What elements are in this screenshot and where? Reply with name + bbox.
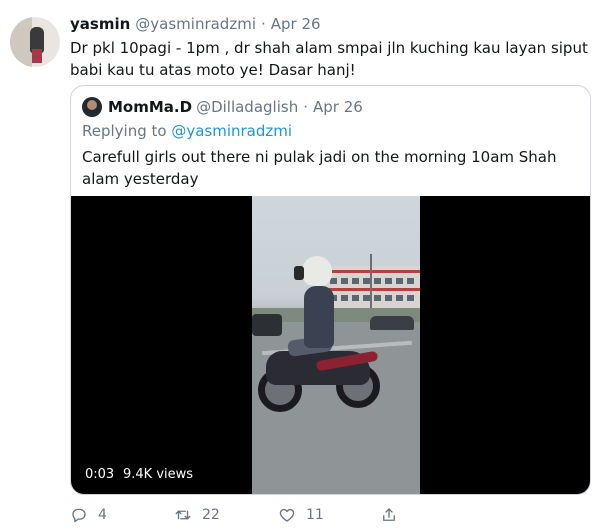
background-car <box>370 316 414 330</box>
tweet-header: yasmin @yasminradzmi · Apr 26 <box>70 13 321 35</box>
replying-to-label: Replying to <box>82 122 172 140</box>
retweet-count: 22 <box>202 507 220 523</box>
helmet-visor <box>294 266 304 280</box>
share-icon <box>383 508 395 521</box>
quoted-tweet[interactable]: MomMa.D @Dilladaglish · Apr 26 Replying … <box>70 85 591 495</box>
video-frame <box>252 196 420 494</box>
building-stripe <box>324 270 420 273</box>
author-name[interactable]: yasmin <box>70 15 130 33</box>
quoted-author-name: MomMa.D <box>108 98 193 116</box>
building-windows <box>330 295 416 301</box>
quoted-header-separator: · <box>303 98 308 116</box>
video-duration-badge: 0:03 <box>79 464 121 486</box>
replying-to-handle[interactable]: @yasminradzmi <box>171 122 292 140</box>
header-separator: · <box>260 15 266 33</box>
quoted-tweet-text: Carefull girls out there ni pulak jadi o… <box>82 148 557 188</box>
tweet-text: Dr pkl 10pagi - 1pm , dr shah alam smpai… <box>70 39 588 79</box>
building-stripe <box>324 288 420 291</box>
author-handle[interactable]: @yasminradzmi <box>135 15 256 33</box>
reply-count: 4 <box>98 507 107 523</box>
like-icon <box>279 508 295 522</box>
tweet-actions: 4 22 11 <box>70 504 590 526</box>
quoted-author-handle: @Dilladaglish <box>196 98 299 116</box>
reply-icon <box>72 508 86 523</box>
street-pole <box>370 254 372 316</box>
video-building <box>324 266 420 310</box>
video-player[interactable]: 0:03 9.4K views <box>71 196 590 494</box>
avatar-figure-legs <box>32 49 42 63</box>
share-button[interactable] <box>380 504 408 526</box>
rider-helmet <box>302 256 332 286</box>
tweet-date[interactable]: Apr 26 <box>271 15 321 33</box>
quoted-author-avatar <box>82 97 102 117</box>
like-count: 11 <box>306 507 324 523</box>
quoted-tweet-header: MomMa.D @Dilladaglish · Apr 26 <box>82 96 363 118</box>
background-car <box>252 314 282 336</box>
rider-torso <box>304 286 334 348</box>
quoted-tweet-date: Apr 26 <box>312 98 363 116</box>
retweet-button[interactable]: 22 <box>174 504 220 526</box>
reply-button[interactable]: 4 <box>70 504 107 526</box>
building-windows <box>330 278 416 284</box>
tweet[interactable]: yasmin @yasminradzmi · Apr 26 Dr pkl 10p… <box>0 0 600 530</box>
author-avatar[interactable] <box>10 17 60 67</box>
like-button[interactable]: 11 <box>278 504 324 526</box>
replying-to: Replying to @yasminradzmi <box>82 122 292 140</box>
avatar-background <box>10 17 32 67</box>
video-views-badge: 9.4K views <box>117 464 200 486</box>
retweet-icon <box>175 510 191 520</box>
